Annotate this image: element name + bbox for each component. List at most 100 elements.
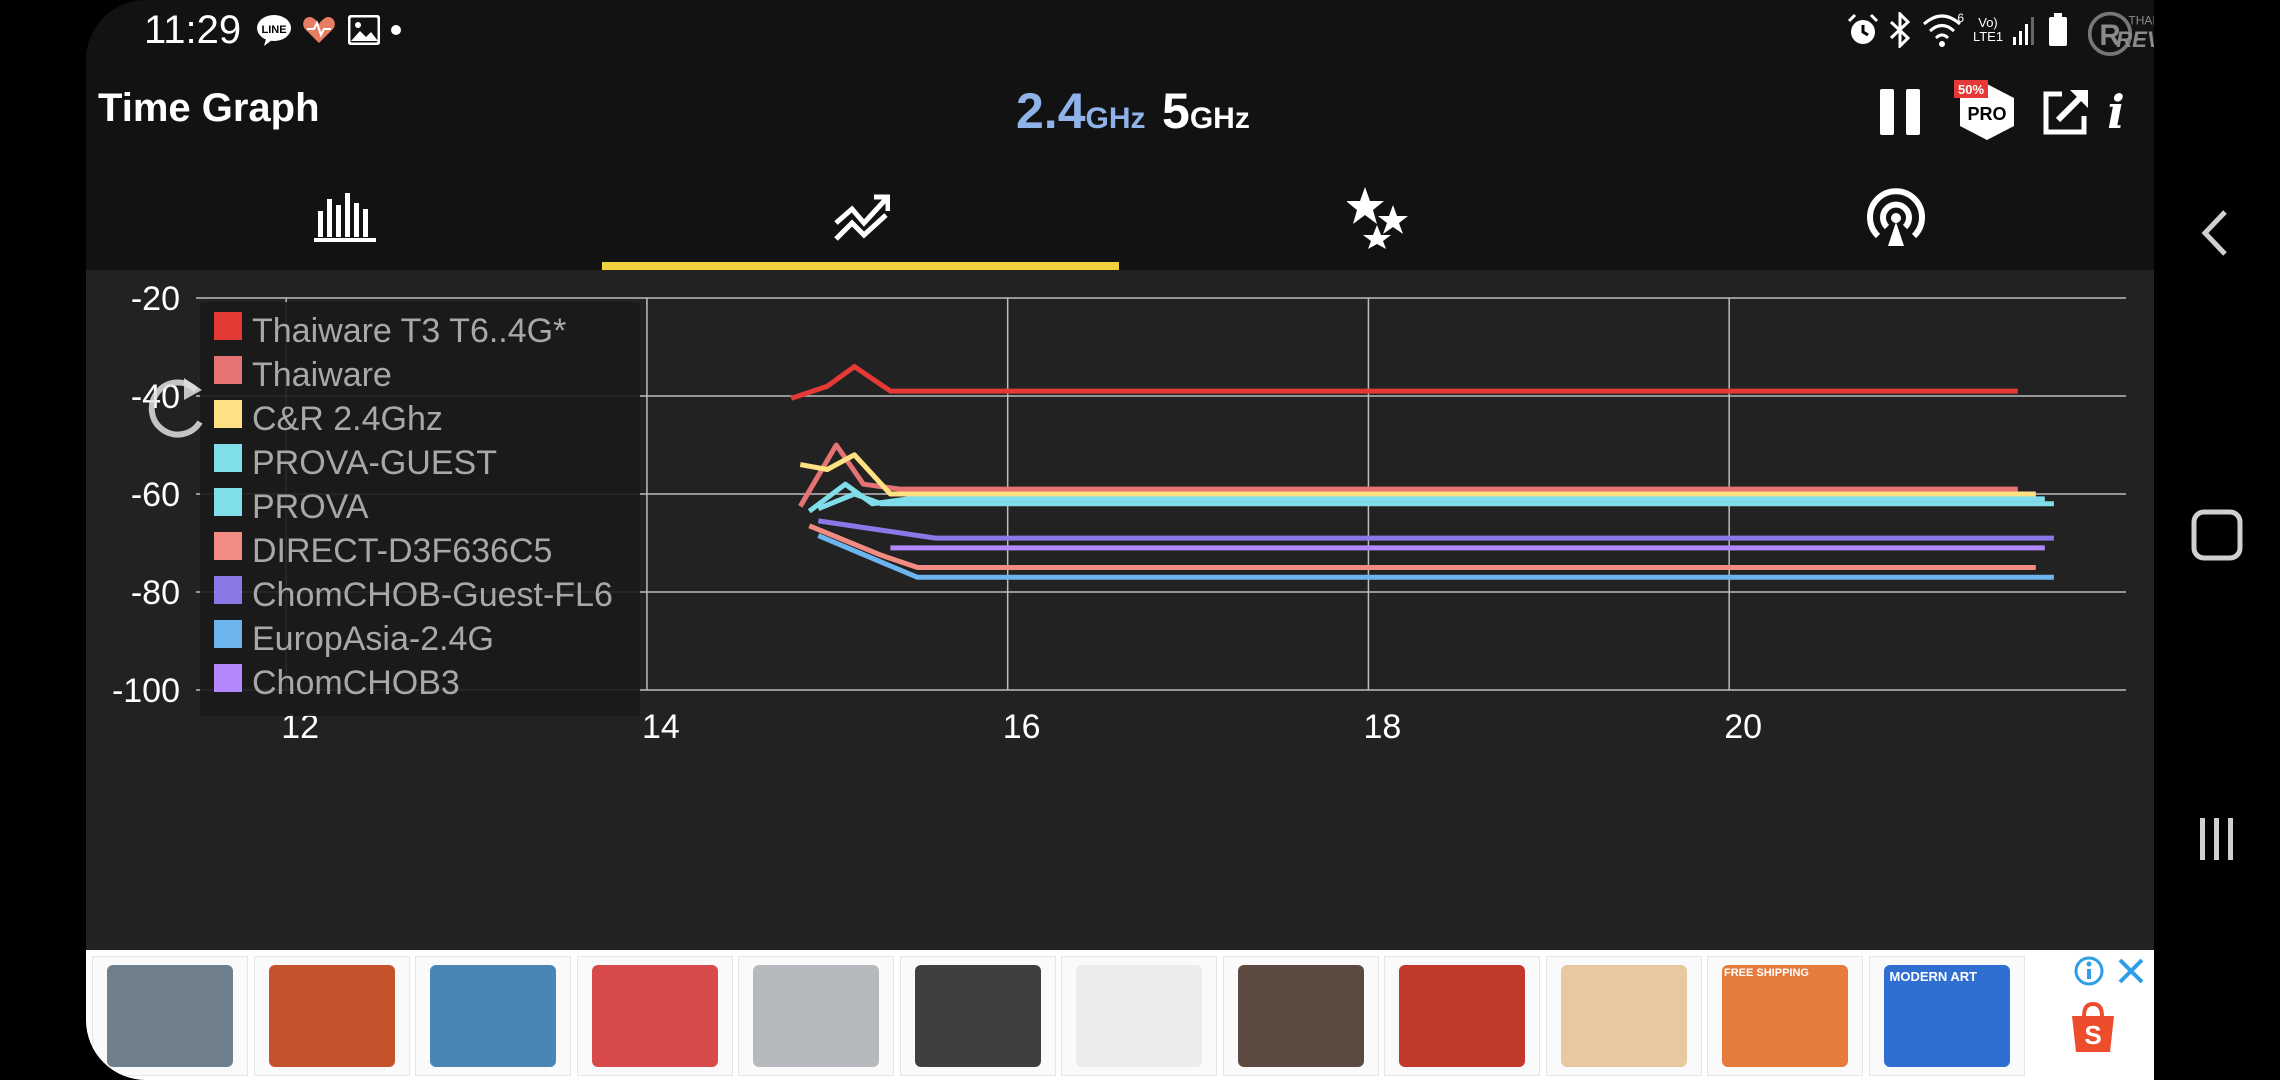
legend-label: EuropAsia-2.4G — [252, 620, 494, 658]
ad-modern-art-label: MODERN ART — [1889, 969, 1978, 984]
x-tick-label: 20 — [1724, 708, 1762, 746]
lte-label: Vo) LTE1 — [1972, 15, 2004, 44]
ad-thumbnail-robot-toy[interactable] — [92, 956, 248, 1076]
time-graph-chart: -20-40-60-80-10012 14 16 18 20 Thaiware T3 T… — [112, 280, 2126, 746]
svg-text:THAIWARE: THAIWARE — [2128, 14, 2154, 28]
legend-swatch — [214, 576, 242, 604]
ad-product-image — [1560, 965, 1687, 1067]
ad-thumbnail-modern-art-book[interactable]: MODERN ART — [1868, 956, 2025, 1076]
series-line — [817, 518, 2054, 541]
ad-thumbnail-ring-fit[interactable] — [576, 956, 733, 1076]
image-icon — [348, 12, 380, 48]
svg-text:PRO: PRO — [1967, 104, 2006, 124]
status-time: 11:29 — [144, 8, 242, 52]
thaiware-review-watermark: R THAIWARE REVIEW — [2086, 4, 2154, 60]
battery-icon — [2048, 12, 2068, 48]
x-tick-label: 14 — [642, 708, 680, 746]
svg-text:S: S — [2084, 1020, 2101, 1050]
ad-product-image — [1076, 965, 1202, 1067]
dot-icon — [390, 12, 402, 48]
ad-product-image — [268, 965, 395, 1067]
legend-label: Thaiware T3 T6..4G* — [252, 312, 566, 350]
recents-button[interactable] — [2182, 804, 2252, 874]
trend-icon — [833, 194, 890, 241]
tab-channel-graph[interactable] — [86, 164, 603, 270]
ad-product-image — [1722, 965, 1848, 1067]
ad-thumbnail-console-accessory[interactable] — [899, 956, 1056, 1076]
ad-product-image — [1399, 965, 1525, 1067]
ad-thumbnail-dice-set[interactable] — [1545, 956, 1702, 1076]
band-5-unit: GHz — [1189, 102, 1250, 135]
tab-access-points[interactable] — [1637, 164, 2154, 270]
info-icon: i — [2107, 85, 2125, 139]
y-tick-label: -60 — [131, 476, 180, 514]
ad-info-icon[interactable] — [2074, 956, 2104, 991]
app-header: Time Graph 2.4GHz 5GHz PRO 50% i — [86, 64, 2154, 164]
ad-product-image — [914, 965, 1041, 1067]
home-button[interactable] — [2182, 500, 2252, 570]
x-tick-label: 18 — [1364, 708, 1402, 746]
legend-label: Thaiware — [252, 356, 392, 394]
selected-tab-indicator — [602, 262, 1119, 270]
legend-label: ChomCHOB-Guest-FL6 — [252, 576, 613, 614]
ad-product-image — [591, 965, 718, 1067]
shopping-bag-icon[interactable]: S — [2070, 1001, 2116, 1059]
lte-icon: Vo) LTE1 — [1968, 12, 2008, 48]
home-icon — [2191, 509, 2243, 561]
wifi-icon: 6 — [1922, 12, 1966, 48]
ad-free-shipping-label: FREE SHIPPING — [1724, 967, 1809, 979]
svg-text:REVIEW: REVIEW — [2116, 27, 2154, 52]
time-graph-panel: -20 -40 -60 -80 -100 12 14 16 18 20 Thaiware T3 T… — [86, 270, 2154, 950]
bar-graph-icon — [313, 193, 376, 242]
legend-swatch — [214, 620, 242, 648]
band-5ghz-toggle[interactable]: 5GHz — [1162, 82, 1250, 140]
stars-icon — [1346, 187, 1408, 249]
bluetooth-icon — [1888, 12, 1912, 48]
line-icon: LINE — [256, 12, 292, 48]
ad-close-icon[interactable] — [2116, 956, 2146, 991]
svg-text:50%: 50% — [1958, 82, 1984, 97]
x-tick-label: 16 — [1003, 708, 1041, 746]
pause-icon — [1880, 89, 1920, 135]
legend-swatch — [214, 356, 242, 384]
info-button[interactable]: i — [2096, 80, 2136, 144]
ad-thumbnail-wii-accessory[interactable] — [1061, 956, 1217, 1076]
y-tick-label: -20 — [131, 280, 180, 318]
wifi-label: 6 — [1957, 12, 1964, 25]
share-icon — [2043, 89, 2089, 135]
ad-thumbnail-red-model-car[interactable] — [1384, 956, 1540, 1076]
heart-icon — [302, 12, 336, 48]
band-24-number: 2.4 — [1016, 83, 1086, 139]
back-button[interactable] — [2182, 198, 2252, 268]
legend-label: ChomCHOB3 — [252, 664, 460, 702]
page-title: Time Graph — [98, 86, 320, 130]
ad-thumbnail-game-box[interactable] — [253, 956, 410, 1076]
ad-thumbnail-switch-games-free-shipping[interactable]: FREE SHIPPING — [1707, 956, 1863, 1076]
pause-button[interactable] — [1868, 80, 1932, 144]
back-icon — [2201, 210, 2227, 256]
alarm-icon — [1846, 12, 1880, 48]
pro-upgrade-button[interactable]: PRO 50% — [1952, 80, 2022, 144]
band-5-number: 5 — [1162, 83, 1190, 139]
series-line — [817, 533, 2054, 580]
ad-thumbnail-itachi-figure[interactable] — [1222, 956, 1379, 1076]
recents-icon — [2200, 818, 2233, 860]
y-tick-label: -100 — [112, 672, 180, 710]
legend-swatch — [214, 444, 242, 472]
signal-icon — [2012, 12, 2036, 48]
legend-label: PROVA-GUEST — [252, 444, 497, 482]
legend-swatch — [214, 400, 242, 428]
band-24-unit: GHz — [1085, 102, 1146, 135]
legend-swatch — [214, 488, 242, 516]
ad-thumbnail-space-case[interactable] — [738, 956, 894, 1076]
ad-product-image — [107, 965, 233, 1067]
tab-channel-rating[interactable] — [1120, 164, 1637, 270]
phone-screen: 11:29 LINE 6 Vo) LTE1 R THAI RE Time Gra… — [86, 0, 2154, 1080]
tab-time-graph[interactable] — [603, 164, 1120, 270]
ad-thumbnail-anime-figure[interactable] — [415, 956, 571, 1076]
band-24ghz-toggle[interactable]: 2.4GHz — [1016, 82, 1146, 140]
view-tabs — [86, 164, 2154, 270]
ad-product-image — [430, 965, 556, 1067]
ad-banner[interactable]: FREE SHIPPING MODERN ART S — [86, 950, 2154, 1080]
share-button[interactable] — [2034, 80, 2098, 144]
